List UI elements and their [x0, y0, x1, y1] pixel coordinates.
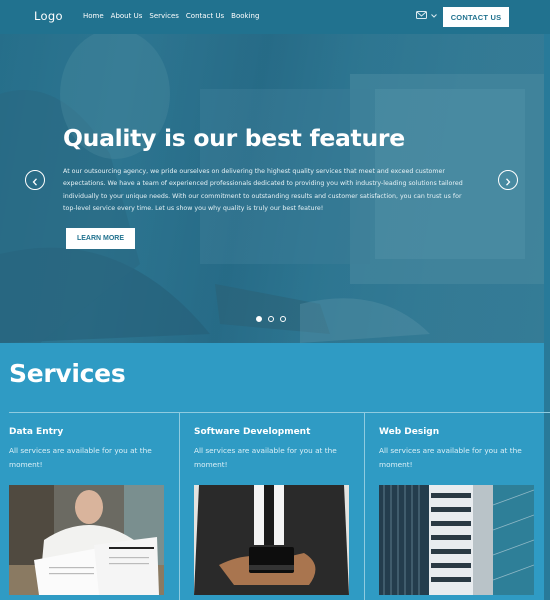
column-separator — [179, 413, 180, 600]
services-divider — [9, 412, 550, 413]
column-separator — [364, 413, 365, 600]
carousel-next-button[interactable] — [498, 170, 518, 190]
main-nav: Home About Us Services Contact Us Bookin… — [83, 12, 259, 20]
carousel-dot-2[interactable] — [268, 316, 274, 322]
hero-carousel: Quality is our best feature At our outso… — [0, 34, 544, 343]
service-text: All services are available for you at th… — [194, 446, 337, 469]
service-text: All services are available for you at th… — [379, 446, 522, 469]
hero-title: Quality is our best feature — [63, 124, 405, 152]
services-heading: Services — [9, 359, 126, 388]
nav-home[interactable]: Home — [83, 12, 104, 20]
hero-description: At our outsourcing agency, we pride ours… — [63, 168, 463, 212]
carousel-prev-button[interactable] — [25, 170, 45, 190]
language-selector[interactable] — [416, 11, 437, 20]
chevron-left-icon — [32, 171, 38, 190]
carousel-indicators — [256, 316, 286, 322]
service-title: Data Entry — [9, 427, 64, 437]
logo[interactable]: Logo — [34, 9, 63, 23]
contact-us-button[interactable]: CONTACT US — [443, 7, 509, 27]
carousel-dot-3[interactable] — [280, 316, 286, 322]
carousel-dot-1[interactable] — [256, 316, 262, 322]
chevron-down-icon — [431, 13, 437, 18]
service-image-data-entry — [9, 485, 164, 595]
site-header: Logo Home About Us Services Contact Us B… — [0, 0, 550, 34]
nav-services[interactable]: Services — [149, 12, 179, 20]
nav-booking[interactable]: Booking — [231, 12, 259, 20]
service-image-software-development — [194, 485, 349, 595]
flag-icon — [416, 11, 428, 20]
chevron-right-icon — [505, 171, 511, 190]
service-text: All services are available for you at th… — [9, 446, 152, 469]
learn-more-button[interactable]: LEARN MORE — [66, 228, 135, 249]
nav-about-us[interactable]: About Us — [111, 12, 143, 20]
scrollbar[interactable] — [544, 34, 550, 600]
service-title: Web Design — [379, 427, 440, 437]
service-title: Software Development — [194, 427, 311, 437]
service-image-web-design — [379, 485, 534, 595]
nav-contact-us[interactable]: Contact Us — [186, 12, 224, 20]
